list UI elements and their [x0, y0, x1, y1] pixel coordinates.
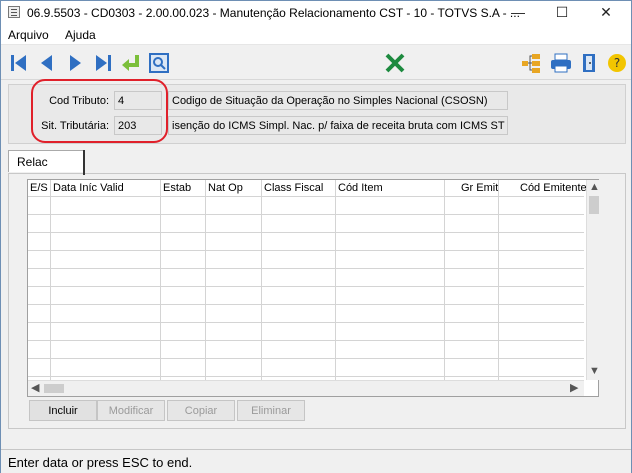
go-to-icon[interactable]	[119, 52, 143, 74]
first-record-icon[interactable]	[7, 52, 31, 74]
copiar-button[interactable]: Copiar	[167, 400, 235, 421]
application-window: 06.9.5503 - CD0303 - 2.00.00.023 - Manut…	[0, 0, 632, 473]
svg-text:?: ?	[614, 56, 620, 70]
sit-tributaria-description: isenção do ICMS Simpl. Nac. p/ faixa de …	[168, 116, 508, 135]
menu-arquivo[interactable]: Arquivo	[8, 28, 49, 42]
modificar-button[interactable]: Modificar	[97, 400, 165, 421]
cod-tributo-description: Codigo de Situação da Operação no Simple…	[168, 91, 508, 110]
row-divider	[28, 322, 584, 323]
row-divider	[28, 214, 584, 215]
menu-ajuda[interactable]: Ajuda	[65, 28, 96, 42]
title-bar: 06.9.5503 - CD0303 - 2.00.00.023 - Manut…	[1, 1, 631, 25]
exit-icon[interactable]	[577, 52, 601, 74]
column-divider	[498, 180, 499, 380]
search-icon[interactable]	[147, 52, 171, 74]
horizontal-scrollbar[interactable]: ◀ ▶	[28, 380, 584, 396]
tree-view-icon[interactable]	[519, 52, 543, 74]
row-divider	[28, 376, 584, 377]
toolbar: ?	[1, 46, 631, 80]
column-divider	[261, 180, 262, 380]
column-divider	[444, 180, 445, 380]
scroll-down-icon[interactable]: ▼	[589, 366, 600, 377]
scroll-left-icon[interactable]: ◀	[31, 383, 39, 394]
help-icon[interactable]: ?	[605, 52, 629, 74]
vertical-scroll-thumb[interactable]	[589, 196, 599, 214]
previous-record-icon[interactable]	[35, 52, 59, 74]
column-divider	[50, 180, 51, 380]
window-title: 06.9.5503 - CD0303 - 2.00.00.023 - Manut…	[27, 6, 520, 20]
status-bar: Enter data or press ESC to end.	[1, 449, 631, 473]
status-text: Enter data or press ESC to end.	[8, 455, 193, 470]
minimize-button[interactable]: —	[498, 1, 538, 23]
app-icon	[8, 6, 20, 18]
row-divider	[28, 340, 584, 341]
excel-icon[interactable]	[383, 52, 407, 74]
row-divider	[28, 268, 584, 269]
print-icon[interactable]	[549, 52, 573, 74]
scroll-right-icon[interactable]: ▶	[570, 383, 578, 394]
menu-bar: Arquivo Ajuda	[1, 25, 631, 45]
eliminar-button[interactable]: Eliminar	[237, 400, 305, 421]
row-divider	[28, 358, 584, 359]
incluir-button[interactable]: Incluir	[29, 400, 97, 421]
horizontal-scroll-thumb[interactable]	[44, 384, 64, 393]
vertical-scrollbar[interactable]: ▲ ▼	[586, 180, 600, 380]
row-divider	[28, 286, 584, 287]
row-divider	[28, 250, 584, 251]
highlight-annotation	[31, 79, 168, 143]
row-divider	[28, 304, 584, 305]
column-divider	[335, 180, 336, 380]
next-record-icon[interactable]	[63, 52, 87, 74]
close-button[interactable]: ✕	[586, 1, 626, 23]
column-divider	[205, 180, 206, 380]
scroll-up-icon[interactable]: ▲	[589, 182, 600, 193]
column-divider	[160, 180, 161, 380]
tab-relac[interactable]: Relac	[8, 150, 85, 175]
relationship-grid[interactable]: E/S Data Iníc Valid Estab Nat Op Class F…	[27, 179, 600, 397]
row-divider	[28, 232, 584, 233]
last-record-icon[interactable]	[91, 52, 115, 74]
maximize-button[interactable]: ☐	[542, 1, 582, 23]
row-divider	[28, 196, 584, 197]
